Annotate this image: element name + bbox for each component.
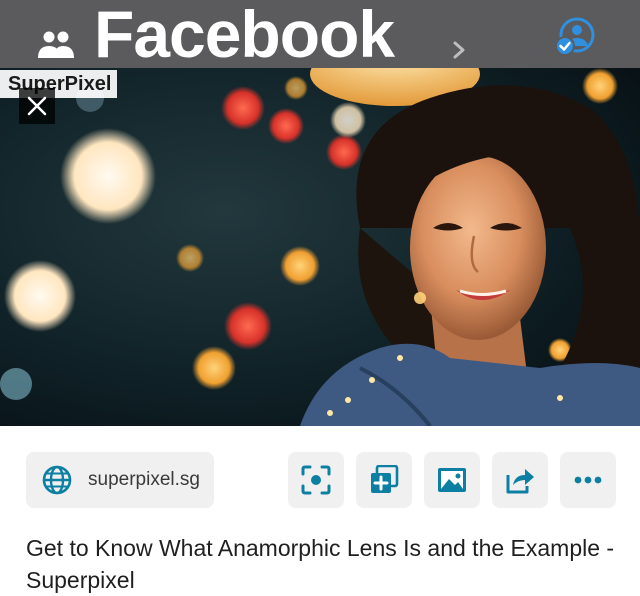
more-options-button[interactable] bbox=[560, 452, 616, 508]
result-title[interactable]: Get to Know What Anamorphic Lens Is and … bbox=[26, 532, 626, 596]
view-image-button[interactable] bbox=[424, 452, 480, 508]
close-icon bbox=[27, 96, 47, 116]
account-switch-icon[interactable] bbox=[553, 15, 597, 59]
close-button[interactable] bbox=[19, 88, 55, 124]
hero-image[interactable] bbox=[0, 68, 640, 426]
add-to-collection-icon bbox=[371, 465, 399, 493]
image-icon bbox=[438, 468, 466, 492]
add-to-collection-button[interactable] bbox=[356, 452, 412, 508]
domain-link[interactable]: superpixel.sg bbox=[26, 452, 214, 508]
source-label: SuperPixel bbox=[0, 70, 118, 98]
people-icon[interactable] bbox=[36, 28, 76, 64]
visual-search-icon bbox=[301, 465, 331, 495]
visual-search-button[interactable] bbox=[288, 452, 344, 508]
chevron-right-icon[interactable] bbox=[451, 40, 467, 60]
top-bar: Facebook bbox=[0, 0, 640, 70]
globe-icon bbox=[42, 465, 72, 495]
share-button[interactable] bbox=[492, 452, 548, 508]
domain-label: superpixel.sg bbox=[88, 469, 200, 490]
portrait-photo bbox=[0, 68, 640, 426]
brand-title[interactable]: Facebook bbox=[94, 0, 395, 70]
more-icon bbox=[574, 476, 602, 484]
share-icon bbox=[506, 469, 534, 494]
